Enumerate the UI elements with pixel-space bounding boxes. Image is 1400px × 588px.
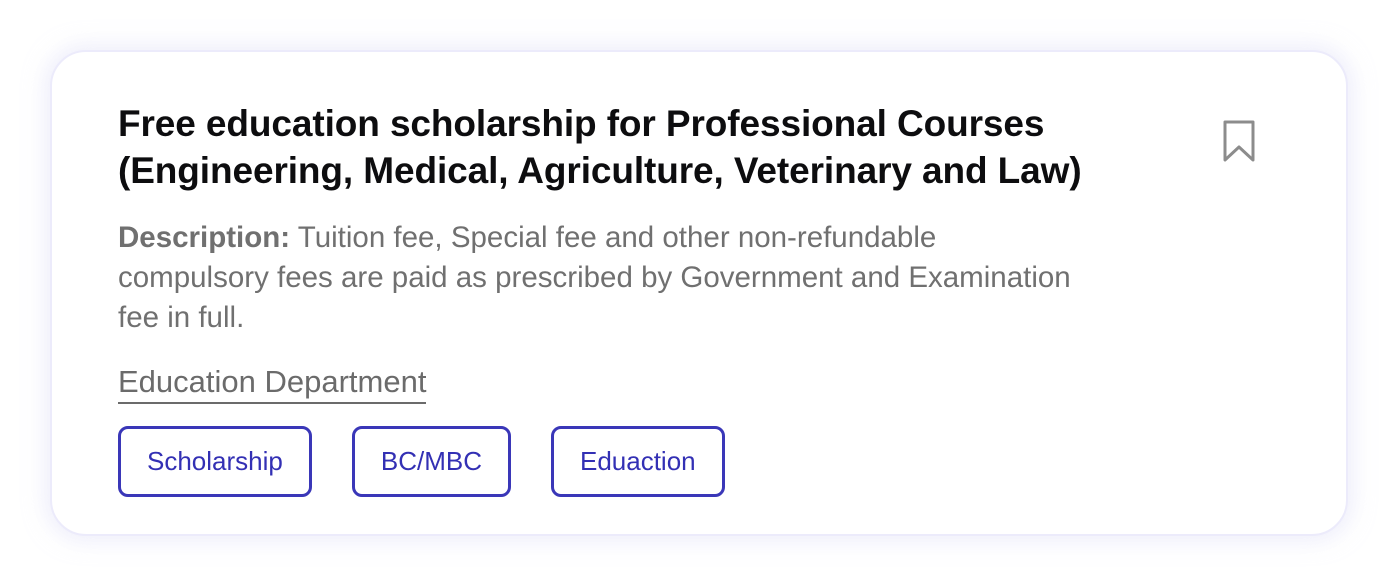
scholarship-card: Free education scholarship for Professio… [50, 50, 1348, 536]
tag-bc-mbc[interactable]: BC/MBC [351, 426, 511, 497]
tag-scholarship[interactable]: Scholarship [118, 426, 312, 497]
description-label: Description: [118, 221, 291, 254]
bookmark-button[interactable] [1222, 119, 1256, 163]
tag-list: Scholarship BC/MBC Eduaction [118, 426, 725, 497]
scholarship-title: Free education scholarship for Professio… [118, 103, 1082, 191]
tag-education[interactable]: Eduaction [550, 426, 725, 497]
department-link[interactable]: Education Department [118, 362, 427, 404]
bookmark-icon [1223, 120, 1255, 162]
scholarship-description: Description: Tuition fee, Special fee an… [118, 218, 1078, 338]
